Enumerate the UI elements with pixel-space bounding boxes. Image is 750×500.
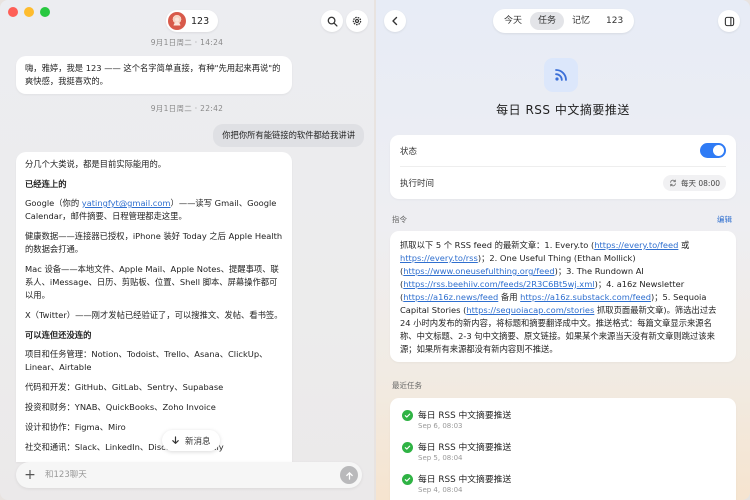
edit-button[interactable]: 编辑 [717,214,732,225]
message-paragraph: 分几个大类说，都是目前实际能用的。 [25,159,167,169]
gear-icon [352,16,362,26]
message-paragraph: 设计和协作：Figma、Miro [25,422,126,432]
settings-card: 状态 执行时间 每天 08:00 [390,135,736,199]
back-button[interactable] [384,10,406,32]
task-run-date: Sep 6, 08:03 [418,422,463,430]
recent-tasks-list: 每日 RSS 中文摘要推送 Sep 6, 08:03 每日 RSS 中文摘要推送… [390,398,736,500]
rss-icon [544,58,578,92]
new-messages-button[interactable]: 新消息 [162,430,220,451]
close-window-button[interactable] [8,7,18,17]
arrow-down-icon [172,436,179,444]
user-message: 你把你所有能链接的软件都给我讲讲 [213,124,364,147]
tab-today[interactable]: 今天 [496,12,530,30]
feed-link[interactable]: https://rss.beehiiv.com/feeds/2R3C6Bt5wj… [403,279,594,289]
assistant-message: 嗨，雅婷，我是 123 —— 这个名字简单直接，有种"先用起来再说"的爽快感，我… [16,56,292,94]
check-circle-icon [402,410,413,421]
search-icon [327,16,338,27]
recent-tasks-label: 最近任务 [392,381,422,390]
task-pane: 今天 任务 记忆 123 每日 RSS 中文摘要推送 状态 执行时间 每天 08… [376,0,750,500]
tab-bar: 今天 任务 记忆 123 [493,9,635,33]
feed-link[interactable]: https://every.to/feed [594,240,678,250]
message-paragraph: Mac 设备——本地文件、Apple Mail、Apple Notes、提醒事项… [25,264,279,300]
composer: + [16,462,362,488]
assistant-message: 分几个大类说，都是目前实际能用的。 已经连上的 Google（你的 yating… [16,152,292,462]
message-input[interactable] [45,470,340,480]
feed-link[interactable]: https://every.to/rss [400,253,478,263]
settings-button[interactable] [346,10,368,32]
message-heading: 已经连上的 [25,179,67,189]
minimize-window-button[interactable] [24,7,34,17]
app-window: 123 9月1日周二 · 14:24 嗨，雅婷，我是 123 —— 这个名字简单… [0,0,750,500]
feed-link[interactable]: https://a16z.substack.com/feed [520,292,651,302]
search-button[interactable] [321,10,343,32]
avatar [168,12,186,30]
feed-link[interactable]: https://sequoiacap.com/stories [466,305,594,315]
timestamp: 9月1日周二 · 14:24 [150,38,224,47]
contact-name: 123 [191,15,210,27]
task-title: 每日 RSS 中文摘要推送 [496,103,630,117]
task-run-name: 每日 RSS 中文摘要推送 [418,411,512,421]
feed-link[interactable]: https://www.oneusefulthing.org/feed [403,266,554,276]
message-paragraph: Google（你的 yatingfyt@gmail.com）——读写 Gmail… [25,197,283,223]
window-controls [8,7,50,17]
message-paragraph: 代码和开发：GitHub、GitLab、Sentry、Supabase [25,382,224,392]
message-paragraph: 项目和任务管理：Notion、Todoist、Trello、Asana、Clic… [25,349,268,372]
check-circle-icon [402,474,413,485]
status-row: 状态 [400,135,726,167]
message-paragraph: 健康数据——连接器已授权，iPhone 装好 Today 之后 Apple He… [25,231,283,254]
exec-time-value: 每天 08:00 [681,178,720,188]
instruction-label: 指令 [392,215,407,224]
task-run-name: 每日 RSS 中文摘要推送 [418,443,512,453]
tab-agent[interactable]: 123 [598,12,631,30]
status-toggle[interactable] [700,143,726,158]
message-paragraph: 投资和财务：YNAB、QuickBooks、Zoho Invoice [25,402,216,412]
tab-memory[interactable]: 记忆 [564,12,598,30]
task-run-name: 每日 RSS 中文摘要推送 [418,475,512,485]
message-paragraph: X（Twitter）——刚才发帖已经验证了，可以搜推文、发帖、看书签。 [25,310,283,320]
text: 或 [678,240,690,250]
sidebar-icon [724,16,734,26]
text: Google（你的 [25,198,82,208]
feed-link[interactable]: https://a16z.news/feed [403,292,498,302]
exec-time-label: 执行时间 [400,179,435,189]
message-paragraph: 社交和通讯：Slack、LinkedIn、Discord、Calendly [25,442,224,452]
exec-time-row: 执行时间 每天 08:00 [400,167,726,199]
zoom-window-button[interactable] [40,7,50,17]
tab-tasks[interactable]: 任务 [530,12,565,30]
text: 抓取以下 5 个 RSS feed 的最新文章：1. Every.to ( [400,240,595,250]
email-link[interactable]: yatingfyt@gmail.com [82,198,171,208]
message-heading: 可以连但还没连的 [25,330,92,340]
timestamp: 9月1日周二 · 22:42 [150,104,224,113]
repeat-icon [670,179,676,187]
person-icon [173,17,181,26]
chevron-left-icon [392,16,398,26]
status-label: 状态 [400,146,418,157]
task-run-date: Sep 4, 08:04 [418,486,463,494]
check-circle-icon [402,442,413,453]
task-run-date: Sep 5, 08:04 [418,454,463,462]
toggle-panel-button[interactable] [718,10,740,32]
text: 备用 [498,292,521,302]
instruction-card: 抓取以下 5 个 RSS feed 的最新文章：1. Every.to (htt… [390,231,736,362]
new-messages-label: 新消息 [185,436,211,447]
plus-icon[interactable]: + [19,464,41,486]
schedule-picker[interactable]: 每天 08:00 [663,175,726,191]
send-button[interactable] [340,466,358,484]
contact-chip[interactable]: 123 [166,10,219,32]
arrow-up-icon [345,471,353,480]
chat-pane: 123 9月1日周二 · 14:24 嗨，雅婷，我是 123 —— 这个名字简单… [0,0,374,500]
